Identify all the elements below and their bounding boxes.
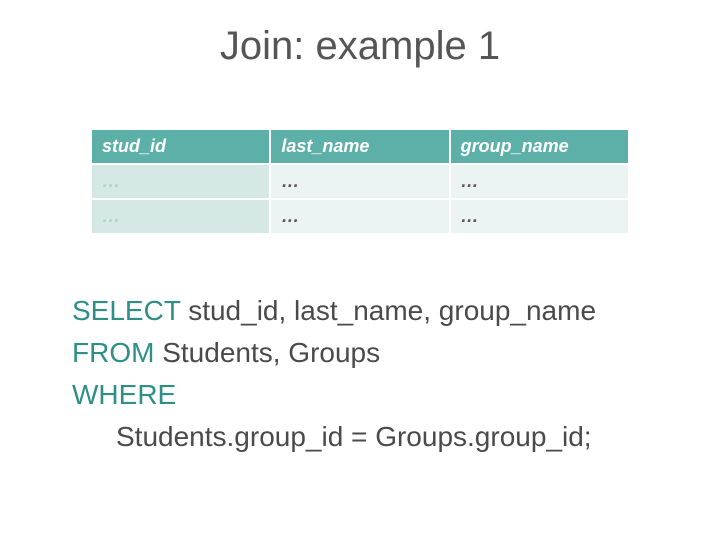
- cell: …: [270, 164, 449, 199]
- sql-line-where-clause: Students.group_id = Groups.group_id;: [72, 416, 596, 458]
- table-header-row: stud_id last_name group_name: [91, 129, 629, 164]
- kw-select: SELECT: [72, 295, 180, 326]
- cell: …: [450, 164, 629, 199]
- sql-line-select: SELECT stud_id, last_name, group_name: [72, 290, 596, 332]
- sql-line-where: WHERE: [72, 374, 596, 416]
- select-columns: stud_id, last_name, group_name: [180, 295, 596, 326]
- col-header-stud-id: stud_id: [91, 129, 270, 164]
- result-table: stud_id last_name group_name … … … … … …: [90, 128, 630, 235]
- col-header-last-name: last_name: [270, 129, 449, 164]
- cell: …: [91, 199, 270, 234]
- table-row: … … …: [91, 199, 629, 234]
- sql-line-from: FROM Students, Groups: [72, 332, 596, 374]
- from-tables: Students, Groups: [154, 337, 380, 368]
- sql-query: SELECT stud_id, last_name, group_name FR…: [72, 290, 596, 458]
- where-clause: Students.group_id = Groups.group_id;: [72, 416, 592, 458]
- cell: …: [450, 199, 629, 234]
- slide: Join: example 1 stud_id last_name group_…: [0, 0, 720, 540]
- cell: …: [270, 199, 449, 234]
- slide-title: Join: example 1: [0, 24, 720, 69]
- table-row: … … …: [91, 164, 629, 199]
- col-header-group-name: group_name: [450, 129, 629, 164]
- kw-from: FROM: [72, 337, 154, 368]
- cell: …: [91, 164, 270, 199]
- kw-where: WHERE: [72, 379, 176, 410]
